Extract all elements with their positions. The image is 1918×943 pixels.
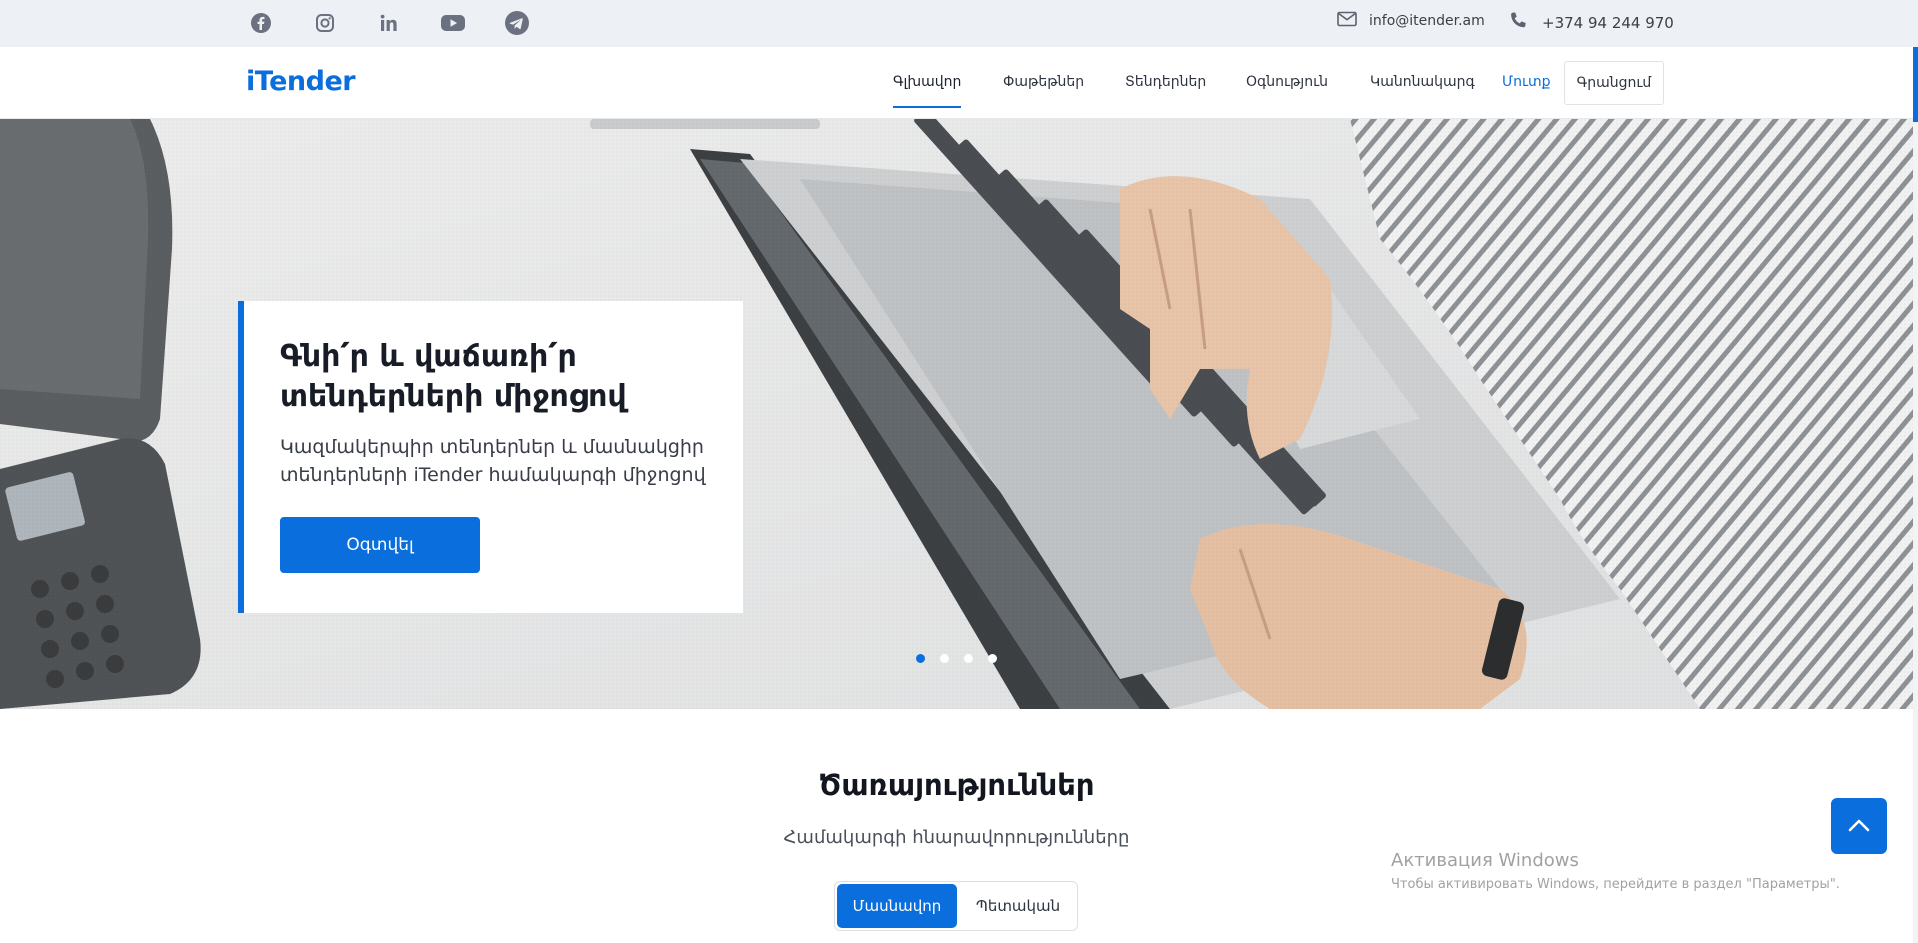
site-logo[interactable]: iTender <box>246 66 356 97</box>
facebook-icon[interactable] <box>247 9 275 37</box>
watermark-title: Активация Windows <box>1391 850 1579 871</box>
slider-dots <box>916 654 1012 663</box>
youtube-icon[interactable] <box>439 9 467 37</box>
hero-title: Գնի՛ր և վաճառի՛ր տենդերների միջոցով <box>280 339 627 414</box>
telegram-icon[interactable] <box>503 9 531 37</box>
tab-state[interactable]: Պետական <box>959 884 1077 928</box>
top-info-bar: info@itender.am +374 94 244 970 <box>0 0 1918 47</box>
slider-dot[interactable] <box>988 654 997 663</box>
phone-icon <box>1508 11 1528 35</box>
register-button[interactable]: Գրանցում <box>1564 61 1664 105</box>
nav-item-home[interactable]: Գլխավոր <box>893 74 962 108</box>
contact-email[interactable]: info@itender.am <box>1337 11 1485 31</box>
page-scrollbar[interactable] <box>1913 47 1918 943</box>
contact-phone[interactable]: +374 94 244 970 <box>1508 11 1674 35</box>
slider-dot[interactable] <box>964 654 973 663</box>
chevron-up-icon <box>1848 817 1870 836</box>
services-title: Ծառայություններ <box>818 768 1095 802</box>
hero-cta-button[interactable]: Օգտվել <box>280 517 480 573</box>
slider-dot[interactable] <box>940 654 949 663</box>
windows-activation-watermark: Активация Windows Чтобы активировать Win… <box>1391 850 1840 892</box>
nav-item-rules[interactable]: Կանոնակարգ <box>1370 74 1475 90</box>
social-links <box>247 9 567 37</box>
phone-text: +374 94 244 970 <box>1542 14 1674 32</box>
slider-dot[interactable] <box>916 654 925 663</box>
tab-private[interactable]: Մասնավոր <box>837 884 957 928</box>
services-toggle: Մասնավոր Պետական <box>834 881 1078 931</box>
main-navbar: iTender Գլխավոր Փաթեթներ Տենդերներ Օգնու… <box>0 47 1918 119</box>
nav-item-help[interactable]: Օգնություն <box>1246 74 1328 90</box>
email-text: info@itender.am <box>1369 13 1485 29</box>
nav-item-tenders[interactable]: Տենդերներ <box>1125 74 1206 90</box>
services-subtitle: Համակարգի հնարավորությունները <box>783 827 1130 848</box>
instagram-icon[interactable] <box>311 9 339 37</box>
scroll-to-top-button[interactable] <box>1831 798 1887 854</box>
hero-subtitle: Կազմակերպիր տենդերներ և մասնակցիր տենդեր… <box>280 436 706 486</box>
linkedin-icon[interactable] <box>375 9 403 37</box>
scrollbar-thumb[interactable] <box>1913 47 1918 122</box>
nav-item-packages[interactable]: Փաթեթներ <box>1003 74 1084 90</box>
login-link[interactable]: Մուտք <box>1502 74 1551 90</box>
hero-card: Գնի՛ր և վաճառի՛ր տենդերների միջոցով Կազմ… <box>238 301 743 613</box>
hero-slider: Գնի՛ր և վաճառի՛ր տենդերների միջոցով Կազմ… <box>0 119 1913 709</box>
watermark-subtitle: Чтобы активировать Windows, перейдите в … <box>1391 877 1840 892</box>
mail-icon <box>1337 11 1357 31</box>
